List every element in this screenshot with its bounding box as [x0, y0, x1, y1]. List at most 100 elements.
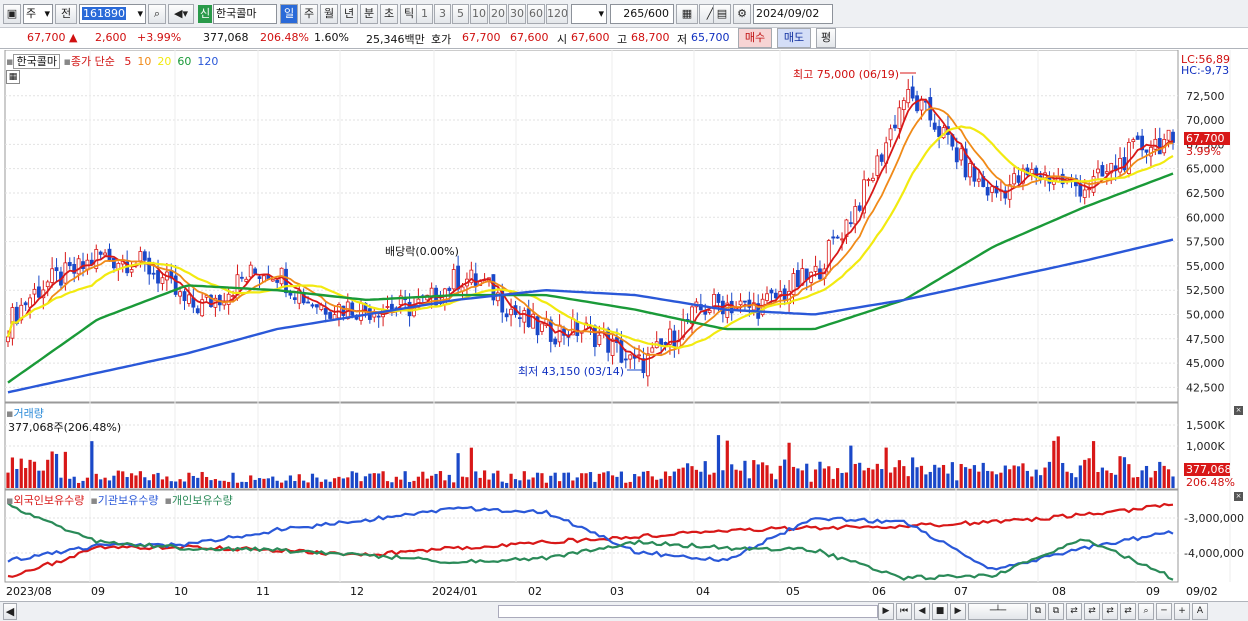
volume-bar	[800, 470, 804, 488]
volume-bar	[460, 476, 465, 488]
price-tick-label: 62,500	[1186, 187, 1225, 200]
volume-bar	[858, 462, 862, 488]
flip4-icon[interactable]: ⇄	[1120, 603, 1136, 620]
scroll-thumb[interactable]	[498, 605, 878, 618]
candle-body	[151, 272, 156, 275]
first-icon[interactable]: ⏮	[896, 603, 912, 620]
scroll-left-icon[interactable]: ◀	[3, 603, 17, 620]
close-icon[interactable]: ×	[1234, 406, 1243, 415]
flip3-icon[interactable]: ⇄	[1102, 603, 1118, 620]
search-icon[interactable]: ⌕	[148, 4, 166, 24]
candle-body	[1157, 138, 1162, 155]
volume-bar	[972, 465, 977, 488]
volume-bar	[659, 478, 663, 488]
play-icon[interactable]: ▶	[878, 603, 894, 620]
x-tick-label: 08	[1052, 585, 1066, 598]
minus-icon[interactable]: ─	[1156, 603, 1172, 620]
eval-button[interactable]: 평	[816, 28, 836, 48]
price-tick-label: 42,500	[1186, 381, 1225, 394]
candle-body	[517, 317, 522, 320]
tab-minute-7[interactable]: 120	[546, 4, 568, 24]
tab-minute-0[interactable]: 1	[416, 4, 433, 24]
tab-period-5[interactable]: 초	[380, 4, 398, 24]
tab-period-0[interactable]: 일	[280, 4, 298, 24]
stock-code-input[interactable]: 161890 ▾	[79, 4, 146, 24]
sell-button[interactable]: 매도	[777, 28, 811, 48]
copy-icon[interactable]: ⧉	[1030, 603, 1046, 620]
tab-period-1[interactable]: 주	[300, 4, 318, 24]
tab-period-3[interactable]: 년	[340, 4, 358, 24]
save-icon[interactable]: ▤	[713, 4, 731, 24]
bid-value: 67,600	[510, 31, 549, 44]
candle-body	[1096, 168, 1100, 174]
flip2-icon[interactable]: ⇄	[1084, 603, 1100, 620]
candle-body	[270, 278, 275, 282]
current-price: 67,700 ▲	[27, 31, 77, 44]
x-tick-label: 09	[1146, 585, 1160, 598]
volume-bar	[478, 477, 482, 488]
volume-bar	[655, 479, 659, 488]
volume-bar	[465, 477, 469, 488]
speaker-icon[interactable]: ◀▾	[168, 4, 194, 24]
candle-body	[597, 334, 602, 345]
candle-body	[976, 178, 981, 182]
font-icon[interactable]: A	[1192, 603, 1208, 620]
next-icon[interactable]: ▶	[950, 603, 966, 620]
tab-period-4[interactable]: 분	[360, 4, 378, 24]
volume-bar	[284, 480, 288, 488]
tab-minute-6[interactable]: 60	[527, 4, 545, 24]
volume-bar	[602, 472, 606, 488]
candle-body	[738, 300, 743, 306]
volume-bar	[593, 481, 597, 488]
zoom-icon[interactable]: ⌕	[1138, 603, 1154, 620]
price-tick-label: 70,000	[1186, 114, 1225, 127]
count-input[interactable]: 265/600	[610, 4, 674, 24]
volume-bar	[1016, 466, 1021, 488]
tab-minute-2[interactable]: 5	[452, 4, 469, 24]
plus-icon[interactable]: +	[1174, 603, 1190, 620]
volume-bar	[59, 477, 63, 488]
volume-bar	[712, 472, 716, 488]
candle-body	[743, 300, 747, 303]
volume-bar	[809, 481, 813, 488]
gear-icon[interactable]: ⚙	[733, 4, 751, 24]
date-field[interactable]: 2024/09/02	[753, 4, 833, 24]
volume-bar	[1162, 465, 1166, 488]
candle-body	[553, 338, 558, 345]
copy2-icon[interactable]: ⧉	[1048, 603, 1064, 620]
chart-area[interactable]: 72,50070,00067,50065,00062,50060,00057,5…	[0, 50, 1248, 601]
volume-bar	[315, 477, 319, 488]
tab-minute-1[interactable]: 3	[434, 4, 451, 24]
prev-icon[interactable]: ◀	[914, 603, 930, 620]
volume-bar	[1078, 465, 1082, 488]
last-price-tag: 67,700	[1184, 132, 1230, 145]
chart-svg[interactable]: 72,50070,00067,50065,00062,50060,00057,5…	[0, 50, 1248, 601]
tab-period-2[interactable]: 월	[320, 4, 338, 24]
candle-body	[831, 236, 836, 239]
stock-name-field[interactable]: 한국콜마	[213, 4, 277, 24]
prev-button[interactable]: 전	[55, 4, 77, 24]
flip-icon[interactable]: ⇄	[1066, 603, 1082, 620]
volume-bar	[1122, 457, 1127, 488]
buy-button[interactable]: 매수	[738, 28, 772, 48]
volume-bar	[734, 469, 738, 488]
tab-minute-4[interactable]: 20	[489, 4, 507, 24]
tab-minute-5[interactable]: 30	[508, 4, 526, 24]
range-select[interactable]: ▾	[571, 4, 607, 24]
candle-body	[173, 275, 178, 295]
table-icon[interactable]: ▦	[6, 70, 20, 84]
volume-bar	[328, 481, 332, 488]
close-icon[interactable]: ×	[1234, 492, 1243, 501]
volume-bar	[191, 475, 195, 488]
volume-bar	[977, 471, 981, 488]
window-icon[interactable]: ▣	[3, 4, 21, 24]
volume-tick-label: 1,500K	[1186, 419, 1225, 432]
tab-minute-3[interactable]: 10	[470, 4, 488, 24]
legend-label: 종가 단순	[70, 55, 115, 68]
slider-icon[interactable]: ─┴─	[968, 603, 1028, 620]
grid-tools-icon[interactable]: ▦	[676, 4, 698, 24]
last-pct-tag: 3.99%	[1186, 145, 1221, 158]
type-select[interactable]: 주 ▾	[23, 4, 53, 24]
stop-icon[interactable]: ■	[932, 603, 948, 620]
candle-body	[932, 122, 937, 130]
